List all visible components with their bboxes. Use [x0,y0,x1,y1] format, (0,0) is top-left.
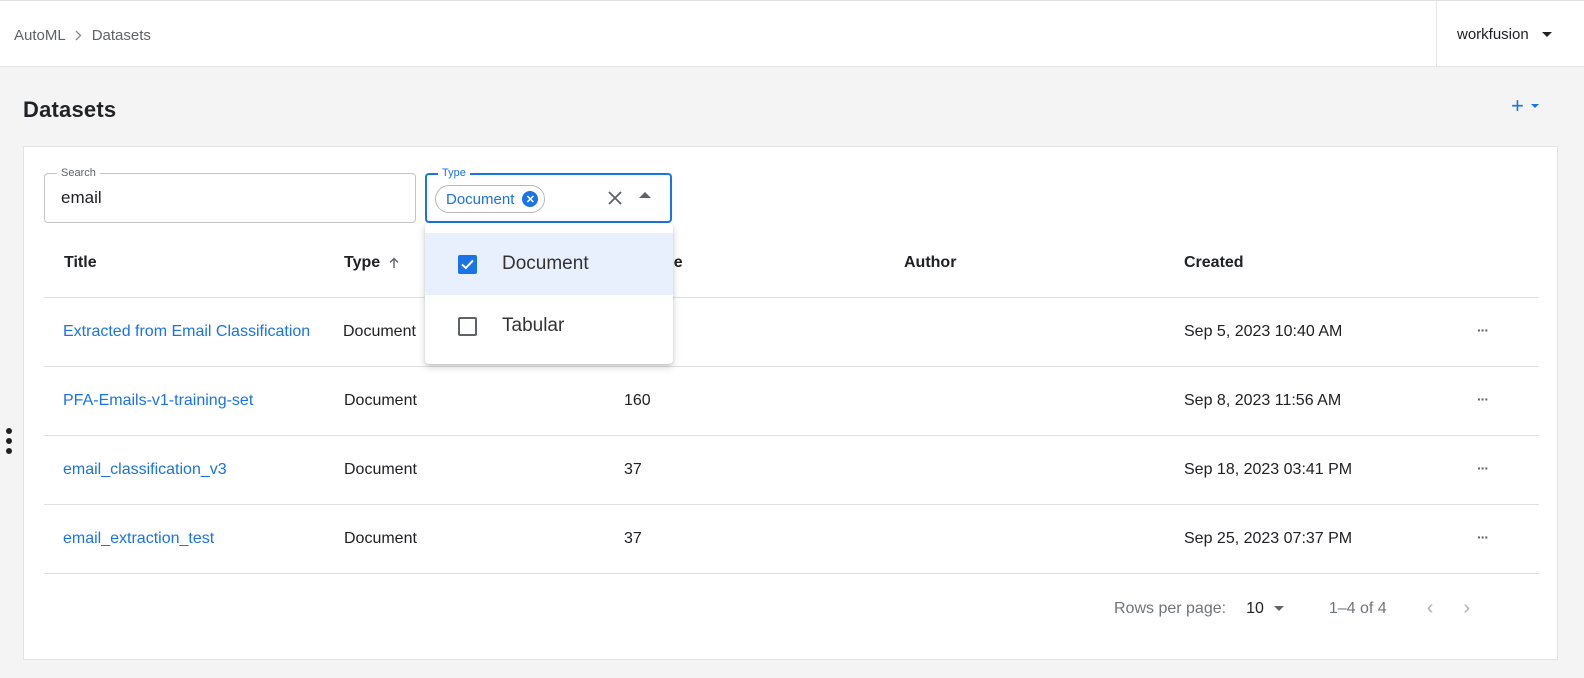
more-icon[interactable]: ··· [1477,460,1489,476]
page-range: 1–4 of 4 [1328,599,1387,617]
row-created: Sep 25, 2023 07:37 PM [1184,530,1353,547]
search-field[interactable]: Search [44,167,416,223]
top-bar: AutoML Datasets workfusion [0,0,1584,67]
next-page-button[interactable]: › [1463,597,1470,620]
breadcrumb: AutoML Datasets [14,27,151,44]
table-row[interactable]: PFA-Emails-v1-training-set Document 160 … [44,367,1539,436]
col-type[interactable]: Type [344,254,400,272]
type-filter-label: Type [438,167,470,179]
type-filter[interactable]: Type Document ✕ [425,167,672,223]
row-created: Sep 5, 2023 10:40 AM [1184,323,1343,340]
row-created: Sep 8, 2023 11:56 AM [1184,392,1342,409]
row-volume: 37 [624,530,642,547]
row-type: Document [344,530,417,547]
caret-down-icon [1273,606,1284,611]
checkbox-checked-icon[interactable] [458,254,477,274]
option-tabular[interactable]: Tabular [425,295,673,357]
more-icon[interactable]: ··· [1477,529,1489,545]
chevron-right-icon [75,30,82,41]
clear-icon[interactable] [605,188,625,208]
table-row[interactable]: email_classification_v3 Document 37 Sep … [44,436,1539,505]
dot-icon [6,428,12,434]
row-title-link[interactable]: PFA-Emails-v1-training-set [63,392,253,410]
col-author[interactable]: Author [904,254,956,272]
row-title-link[interactable]: email_classification_v3 [63,461,227,479]
col-title[interactable]: Title [64,254,97,272]
more-icon[interactable]: ··· [1477,322,1489,338]
col-created[interactable]: Created [1184,254,1244,272]
breadcrumb-datasets: Datasets [91,27,151,44]
table-row[interactable]: Extracted from Email Classification Docu… [44,298,1539,367]
add-dataset-button[interactable]: + [1511,93,1539,118]
table-row[interactable]: email_extraction_test Document 37 Sep 25… [44,505,1539,574]
row-volume: 37 [624,461,642,478]
user-name: workfusion [1457,25,1529,43]
row-type: Document [343,323,416,340]
type-chip: Document ✕ [435,185,546,213]
dot-icon [6,448,12,454]
row-title-link[interactable]: Extracted from Email Classification [63,323,310,341]
rows-per-page-label: Rows per page: [1114,599,1227,617]
search-label: Search [57,167,100,179]
row-created: Sep 18, 2023 03:41 PM [1184,461,1353,478]
option-label: Document [502,253,589,274]
row-title-link[interactable]: email_extraction_test [63,530,214,548]
option-document[interactable]: Document [425,233,673,295]
datasets-table: Title Type ne Author Created Extracted f… [44,227,1539,574]
breadcrumb-automl[interactable]: AutoML [14,27,66,44]
pagination: Rows per page: 10 1–4 of 4 ‹ › [1114,597,1470,620]
search-input[interactable] [61,188,391,208]
dot-icon [6,438,12,444]
user-menu[interactable]: workfusion [1436,1,1584,67]
plus-icon: + [1511,93,1524,118]
prev-page-button[interactable]: ‹ [1427,597,1434,620]
type-dropdown-menu: Document Tabular [425,223,673,364]
type-chip-label: Document [446,190,515,208]
row-volume: 160 [624,392,651,409]
datasets-card: Search Type Document ✕ Title Type ne Aut… [23,146,1558,660]
row-type: Document [344,461,417,478]
more-icon[interactable]: ··· [1477,391,1489,407]
chip-remove-icon[interactable]: ✕ [522,191,539,207]
caret-down-icon [1541,31,1552,37]
option-label: Tabular [502,315,565,336]
arrow-up-icon [388,257,400,269]
rows-per-page-select[interactable]: 10 [1246,600,1284,618]
page-title: Datasets [23,97,117,122]
caret-down-icon [1530,104,1539,108]
caret-up-icon[interactable] [639,192,651,198]
table-header: Title Type ne Author Created [44,227,1539,298]
checkbox-unchecked-icon[interactable] [458,316,477,336]
side-panel-handle[interactable] [5,428,13,454]
row-type: Document [344,392,417,409]
